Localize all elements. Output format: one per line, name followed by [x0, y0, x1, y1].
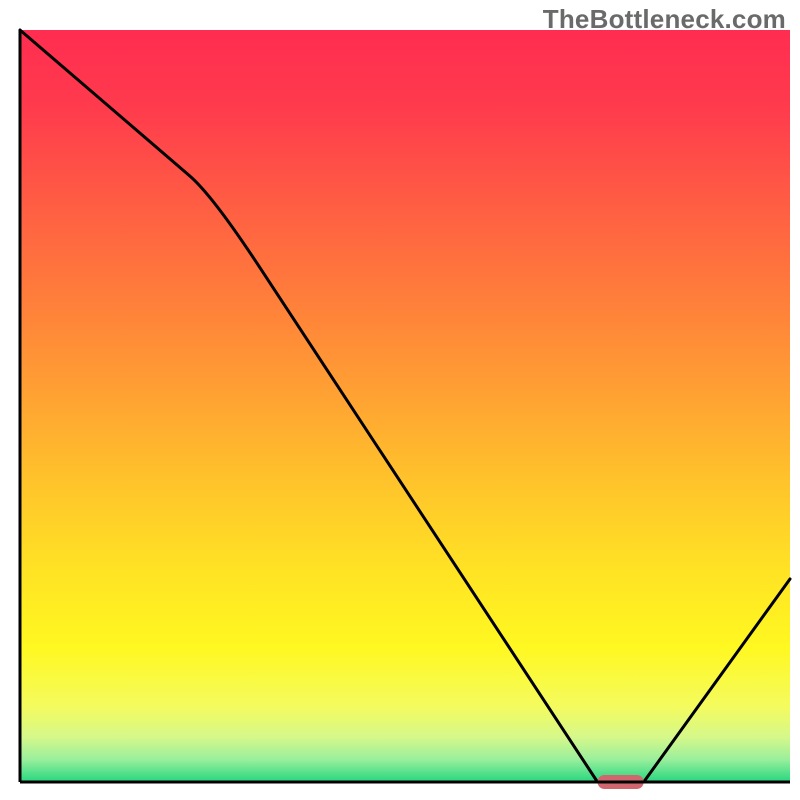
watermark-label: TheBottleneck.com [543, 4, 786, 35]
plot-background [20, 30, 790, 782]
chart-svg [0, 0, 800, 800]
bottleneck-chart: TheBottleneck.com [0, 0, 800, 800]
